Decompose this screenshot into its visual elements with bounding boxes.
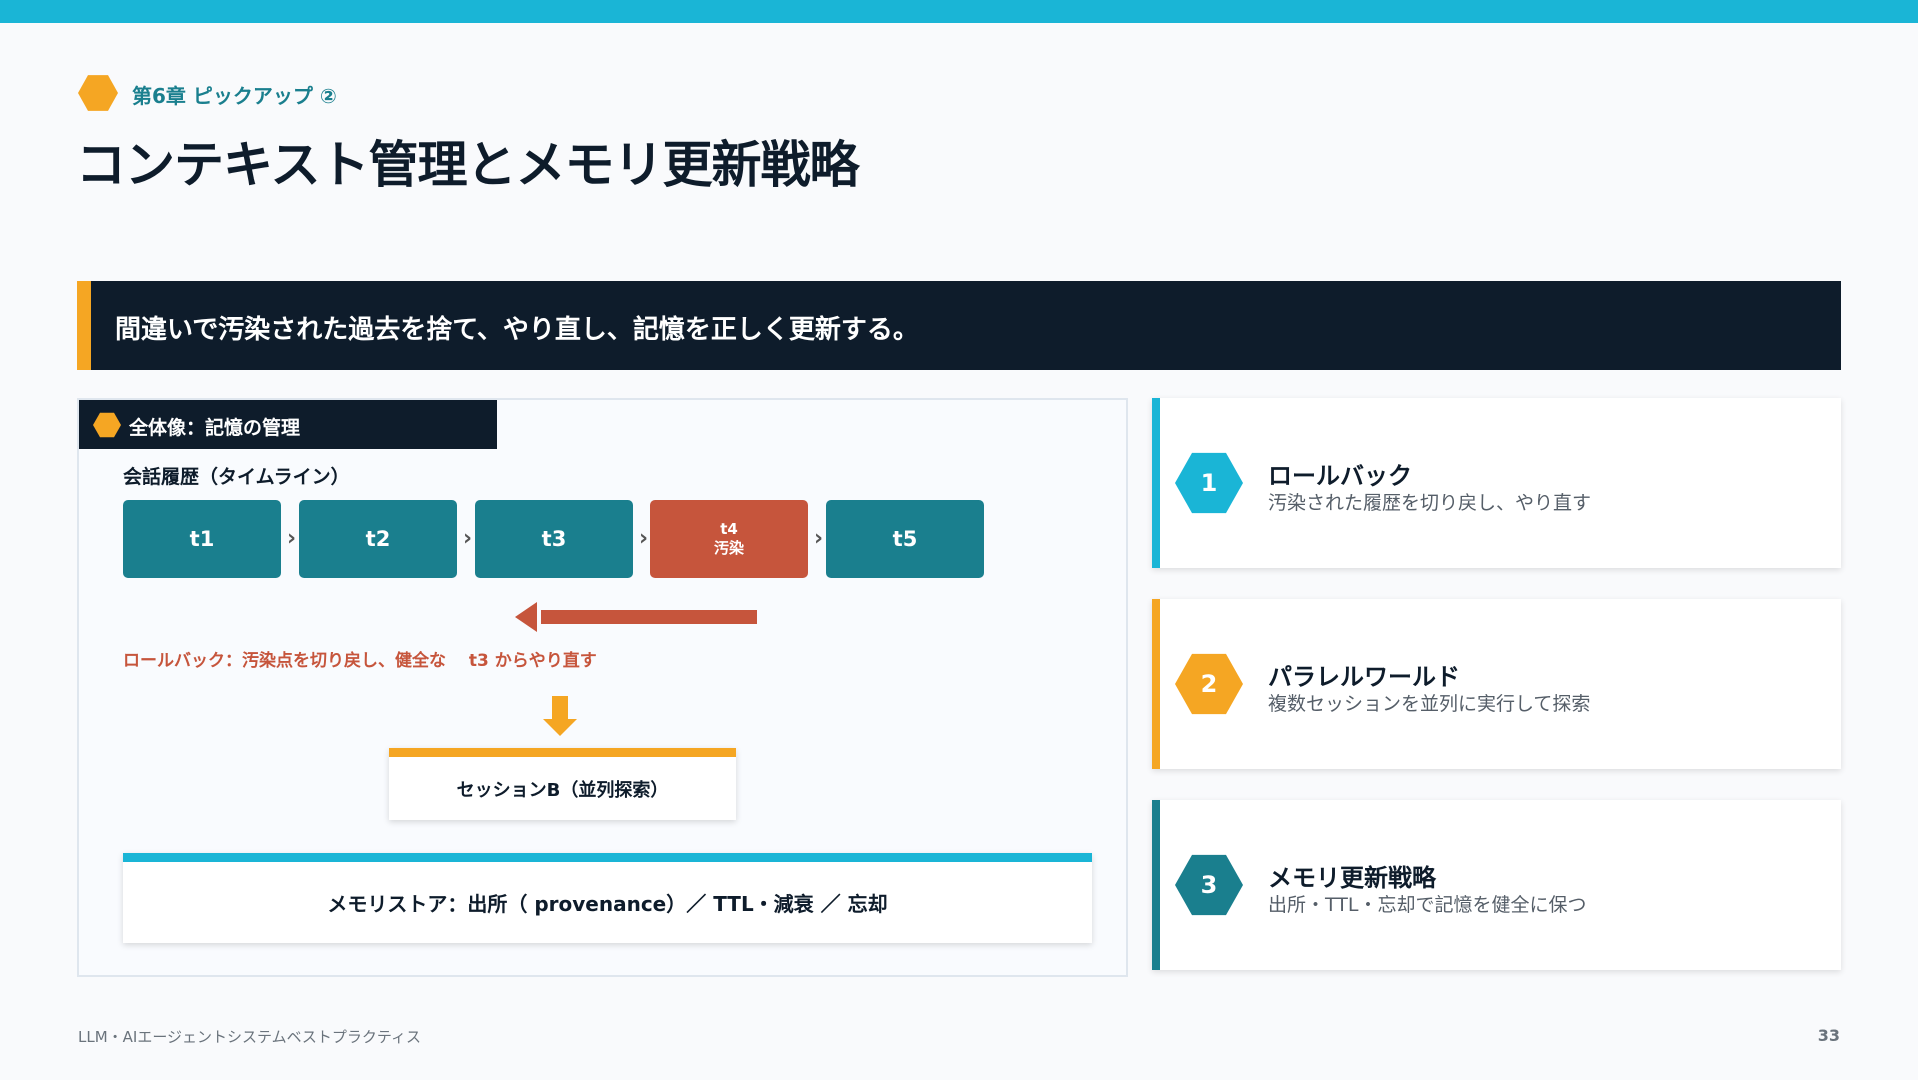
- card-accent-bar: [1152, 800, 1160, 970]
- timeline-step-label: t5: [892, 527, 918, 551]
- banner-accent: [77, 281, 91, 370]
- timeline-step-label: t3: [541, 527, 567, 551]
- timeline-step-t3: t3: [475, 500, 633, 578]
- card-title: ロールバック: [1268, 462, 1412, 490]
- number-hexagon-icon: 2: [1175, 653, 1243, 715]
- memory-store-box: メモリストア：出所（ provenance）／ TTL・減衰 ／ 忘却: [123, 853, 1092, 943]
- card-description: 複数セッションを並列に実行して探索: [1268, 693, 1591, 715]
- chapter-kicker: 第6章 ピックアップ ②: [132, 84, 337, 108]
- chevron-right-icon: ›: [287, 526, 297, 551]
- key-message-banner: 間違いで汚染された過去を捨て、やり直し、記憶を正しく更新する。: [77, 281, 1841, 370]
- down-arrow-icon: [552, 696, 568, 721]
- banner-text: 間違いで汚染された過去を捨て、やり直し、記憶を正しく更新する。: [115, 315, 919, 345]
- timeline-step-label: t4: [720, 520, 738, 538]
- card-number: 3: [1200, 871, 1218, 899]
- session-b-label: セッションB（並列探索）: [456, 779, 669, 801]
- page-number: 33: [1817, 1026, 1840, 1045]
- top-accent-bar: [0, 0, 1918, 23]
- timeline-step-t5: t5: [826, 500, 984, 578]
- card-title: パラレルワールド: [1268, 663, 1460, 691]
- panel-tab: 全体像：記憶の管理: [79, 400, 497, 449]
- memory-store-label: メモリストア：出所（ provenance）／ TTL・減衰 ／ 忘却: [327, 892, 888, 916]
- chevron-right-icon: ›: [463, 526, 473, 551]
- timeline-step-label: t1: [189, 527, 215, 551]
- footer-text: LLM・AIエージェントシステムベストプラクティス: [78, 1028, 421, 1046]
- page-title: コンテキスト管理とメモリ更新戦略: [76, 136, 859, 194]
- card-number: 1: [1200, 469, 1218, 497]
- rollback-caption: ロールバック：汚染点を切り戻し、健全な t3 からやり直す: [123, 651, 597, 671]
- overview-panel: 全体像：記憶の管理 会話履歴（タイムライン） t1 › t2 › t3 › t4…: [77, 398, 1128, 977]
- card-title: メモリ更新戦略: [1268, 864, 1436, 892]
- card-accent-bar: [1152, 398, 1160, 568]
- card-accent-bar: [1152, 599, 1160, 769]
- hexagon-icon: [78, 75, 118, 111]
- number-hexagon-icon: 1: [1175, 452, 1243, 514]
- chevron-right-icon: ›: [639, 526, 649, 551]
- card-parallel-world: 2 パラレルワールド 複数セッションを並列に実行して探索: [1152, 599, 1841, 769]
- card-description: 出所・TTL・忘却で記憶を健全に保つ: [1268, 894, 1587, 916]
- timeline-step-t4-polluted: t4 汚染: [650, 500, 808, 578]
- rollback-arrow: [541, 610, 757, 624]
- rollback-arrow-head: [515, 602, 537, 632]
- timeline-step-t2: t2: [299, 500, 457, 578]
- timeline-step-t1: t1: [123, 500, 281, 578]
- timeline-label: 会話履歴（タイムライン）: [123, 466, 350, 488]
- panel-tab-label: 全体像：記憶の管理: [129, 417, 301, 439]
- card-number: 2: [1200, 670, 1218, 698]
- down-arrow-head: [543, 719, 577, 736]
- card-rollback: 1 ロールバック 汚染された履歴を切り戻し、やり直す: [1152, 398, 1841, 568]
- session-b-box: セッションB（並列探索）: [389, 748, 736, 820]
- hexagon-icon: [93, 412, 121, 438]
- number-hexagon-icon: 3: [1175, 854, 1243, 916]
- card-description: 汚染された履歴を切り戻し、やり直す: [1268, 492, 1592, 514]
- timeline-step-label: t2: [365, 527, 391, 551]
- card-memory-strategy: 3 メモリ更新戦略 出所・TTL・忘却で記憶を健全に保つ: [1152, 800, 1841, 970]
- polluted-label: 汚染: [713, 539, 744, 557]
- chevron-right-icon: ›: [814, 526, 824, 551]
